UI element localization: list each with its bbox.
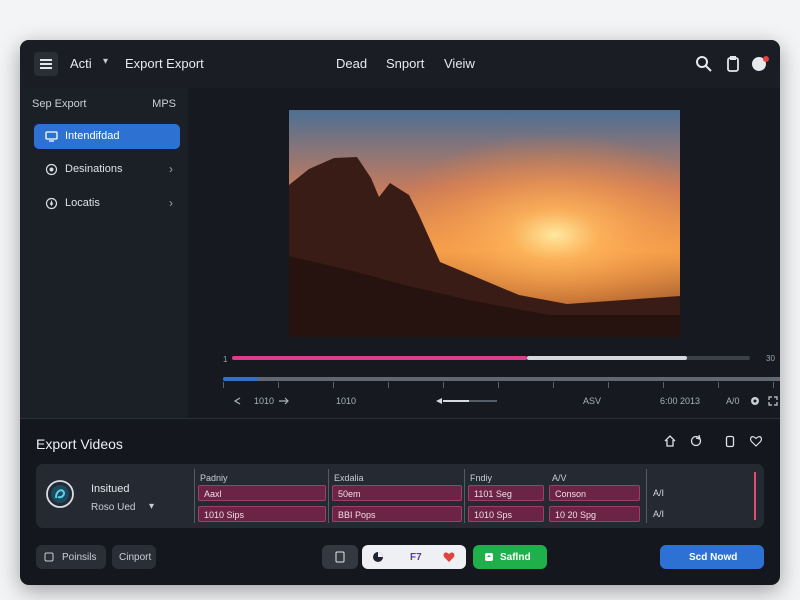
time-start: 1010 (254, 396, 275, 406)
timeline-start-marker: 1 (223, 355, 228, 364)
sidebar-item-locatis[interactable]: Locatis › (34, 191, 180, 216)
column-header: A/V (552, 473, 567, 483)
table-cell[interactable]: BBI Pops (332, 506, 462, 522)
table-cell[interactable]: 1101 Seg (468, 485, 544, 501)
sidebar-header-label: Sep Export (32, 98, 87, 110)
audio-readout: A/0 (726, 396, 740, 406)
scrub-track[interactable] (223, 377, 780, 381)
nav-item-dead[interactable]: Dead (336, 56, 367, 71)
heart-icon[interactable] (749, 434, 763, 448)
step-back-icon[interactable] (232, 397, 242, 405)
sidebar: Sep Export MPS Intendifdad Desinations ›… (20, 88, 188, 418)
sidebar-item-intendifdad[interactable]: Intendifdad (34, 124, 180, 149)
refresh-icon[interactable] (689, 434, 703, 448)
send-now-button[interactable]: Scd Nowd (660, 545, 764, 569)
scrub-progress (223, 377, 258, 381)
format-readout: ASV (583, 396, 602, 406)
table-cell[interactable]: Aaxl (198, 485, 326, 501)
timeline-end-marker: 30 (766, 354, 775, 363)
chevron-right-icon: › (169, 196, 173, 210)
table-cell-audio: A/I (653, 488, 665, 498)
pie-icon (373, 552, 383, 562)
sidebar-item-label: Intendifdad (65, 130, 120, 142)
heart-icon (443, 552, 455, 562)
table-cell[interactable]: 50em (332, 485, 462, 501)
nav-item-snport[interactable]: Snport (386, 56, 424, 71)
start-button[interactable]: Saflnd (473, 545, 547, 569)
sidebar-item-destinations[interactable]: Desinations › (34, 157, 180, 182)
clipboard-toggle[interactable] (322, 545, 358, 569)
chevron-down-icon[interactable]: ▾ (103, 56, 108, 67)
format-label: F7 (410, 552, 422, 563)
clipboard-icon[interactable] (723, 434, 737, 448)
settings-icon[interactable] (750, 396, 760, 406)
destination-icon (45, 163, 58, 176)
clipboard-icon (335, 551, 345, 563)
export-table: Insitued Roso Ued ▾ Padniy Exdalia Fndiy… (36, 464, 764, 528)
title-bar: Acti ▾ Export Export Dead Snport Vieiw (20, 40, 780, 88)
export-title[interactable]: Export Export (125, 56, 204, 71)
avatar-icon[interactable] (750, 54, 770, 74)
fullscreen-icon[interactable] (768, 396, 778, 406)
nav-item-view[interactable]: Vieiw (444, 56, 475, 71)
start-label: Saflnd (500, 552, 531, 563)
location-icon (45, 197, 58, 210)
export-videos-title: Export Videos (36, 436, 123, 452)
cinport-label: Cinport (119, 552, 152, 563)
search-icon[interactable] (694, 54, 714, 74)
column-divider (194, 469, 195, 523)
table-cell-audio: A/I (653, 509, 665, 519)
table-cell[interactable]: 10 20 Spg (549, 506, 640, 522)
sidebar-item-label: Locatis (65, 197, 100, 209)
column-header: Exdalia (334, 473, 364, 483)
column-divider (646, 469, 647, 523)
table-cell[interactable]: Conson (549, 485, 640, 501)
swirl-icon (46, 480, 74, 508)
volume-slider[interactable] (435, 396, 501, 406)
settings-icon (44, 552, 54, 562)
menu-label[interactable]: Acti (70, 56, 92, 71)
menu-button[interactable] (34, 52, 58, 76)
column-header: Fndiy (470, 473, 493, 483)
clipboard-icon[interactable] (723, 54, 743, 74)
poinsils-label: Poinsils (62, 552, 97, 563)
playback-progress (232, 356, 527, 360)
time-marker: 1010 (336, 396, 357, 406)
video-preview[interactable] (289, 110, 680, 337)
table-cell[interactable]: 1010 Sips (198, 506, 326, 522)
sidebar-header-format: MPS (152, 98, 176, 110)
duration-readout: 6:00 2013 (660, 396, 701, 406)
export-row-name: Insitued (91, 483, 130, 495)
sidebar-item-label: Desinations (65, 163, 123, 175)
monitor-icon (45, 131, 58, 142)
preview-area: 1 30 1010 1010 ASV 6:00 2013 A/0 (188, 88, 780, 418)
column-divider (328, 469, 329, 523)
row-status-indicator (754, 472, 756, 520)
chevron-down-icon[interactable]: ▾ (149, 501, 154, 512)
column-divider (464, 469, 465, 523)
chevron-right-icon: › (169, 162, 173, 176)
table-cell[interactable]: 1010 Sps (468, 506, 544, 522)
step-forward-icon[interactable] (278, 397, 290, 405)
export-row-sub: Roso Ued (91, 502, 136, 513)
sidebar-header: Sep Export MPS (32, 98, 176, 110)
format-selector[interactable]: F7 (362, 545, 466, 569)
upload-icon (485, 553, 493, 561)
poinsils-button[interactable]: Poinsils (36, 545, 106, 569)
section-divider (20, 418, 780, 419)
export-window: Acti ▾ Export Export Dead Snport Vieiw S… (20, 40, 780, 585)
send-now-label: Scd Nowd (689, 552, 738, 563)
timeline-ticks (223, 382, 780, 388)
home-icon[interactable] (663, 434, 677, 448)
cinport-button[interactable]: Cinport (112, 545, 156, 569)
column-header: Padniy (200, 473, 228, 483)
playback-buffer (527, 356, 687, 360)
